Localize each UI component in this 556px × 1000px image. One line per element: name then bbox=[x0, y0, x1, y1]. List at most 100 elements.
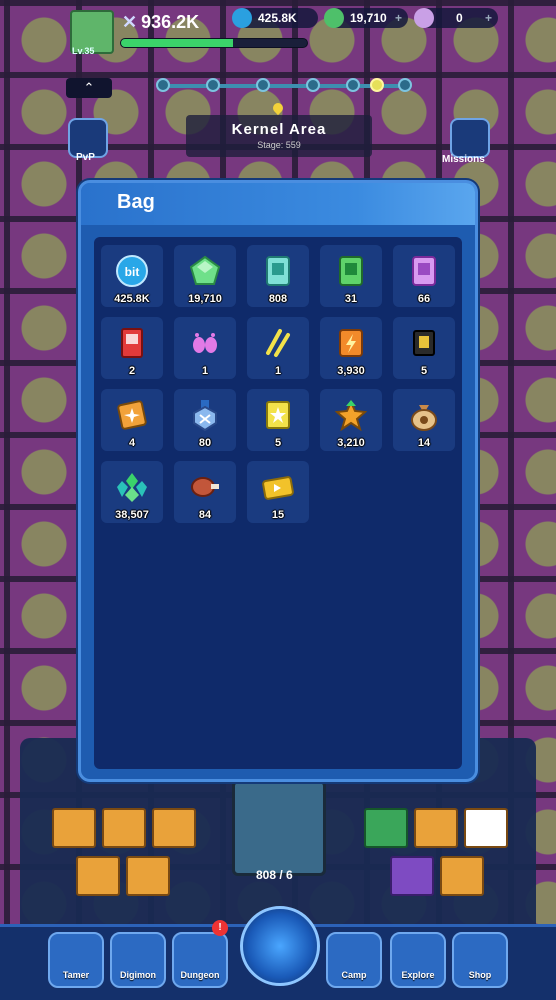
bag-item-slot[interactable]: bit 425.8K bbox=[101, 245, 163, 307]
equipment-slot[interactable] bbox=[440, 856, 484, 896]
stage-node bbox=[398, 78, 412, 92]
equipment-slot[interactable] bbox=[414, 808, 458, 848]
gold-ticket-icon bbox=[262, 471, 294, 503]
missions-button[interactable] bbox=[450, 118, 490, 158]
star-upgrade-icon bbox=[335, 399, 367, 431]
bit-coin-icon: bit bbox=[116, 255, 148, 287]
bag-item-slot[interactable]: 80 bbox=[174, 389, 236, 451]
xp-bar-fill bbox=[121, 39, 233, 47]
chip-icon bbox=[408, 327, 440, 359]
bag-item-count: 1 bbox=[274, 365, 282, 377]
paw-prints-icon bbox=[189, 327, 221, 359]
bag-item-count: 1 bbox=[201, 365, 209, 377]
chevron-up-icon: ⌃ bbox=[83, 80, 95, 95]
add-stars-icon[interactable]: + bbox=[485, 11, 492, 25]
gems-counter[interactable]: 19,710 + bbox=[324, 8, 408, 28]
orange-energy-card-icon bbox=[335, 327, 367, 359]
equipment-slot[interactable] bbox=[364, 808, 408, 848]
bag-item-slot[interactable]: 19,710 bbox=[174, 245, 236, 307]
bag-item-slot[interactable]: 3,930 bbox=[320, 317, 382, 379]
bag-item-slot[interactable]: 84 bbox=[174, 461, 236, 523]
star-icon bbox=[414, 8, 434, 28]
pod-counter: 808 / 6 bbox=[256, 868, 293, 882]
bag-item-slot[interactable]: 1 bbox=[174, 317, 236, 379]
stage-node bbox=[156, 78, 170, 92]
medal-icon bbox=[189, 399, 221, 431]
stars-value: 0 bbox=[456, 11, 463, 25]
stars-counter[interactable]: 0 + bbox=[414, 8, 498, 28]
nav-label-digimon: Digimon bbox=[120, 970, 156, 980]
bit-coin-icon bbox=[232, 8, 252, 28]
stage-node bbox=[306, 78, 320, 92]
equipment-slot[interactable] bbox=[152, 808, 196, 848]
bag-item-slot[interactable]: 3,210 bbox=[320, 389, 382, 451]
money-bag-icon bbox=[408, 399, 440, 431]
svg-text:bit: bit bbox=[125, 265, 140, 279]
missions-label: Missions bbox=[442, 154, 485, 165]
bag-item-count: 5 bbox=[420, 365, 428, 377]
bag-item-slot[interactable]: 2 bbox=[101, 317, 163, 379]
bag-item-count: 31 bbox=[344, 293, 358, 305]
equipment-slot[interactable] bbox=[52, 808, 96, 848]
bag-item-slot[interactable]: 66 bbox=[393, 245, 455, 307]
equipment-slot[interactable] bbox=[76, 856, 120, 896]
bag-item-slot[interactable]: 1 bbox=[247, 317, 309, 379]
green-gem-icon bbox=[189, 255, 221, 287]
nav-label-explore: Explore bbox=[401, 970, 435, 980]
equipment-slot[interactable] bbox=[390, 856, 434, 896]
bag-item-count: 14 bbox=[417, 437, 431, 449]
bag-item-slot[interactable]: 14 bbox=[393, 389, 455, 451]
combat-power-value: 936.2K bbox=[141, 12, 200, 32]
world-map-button[interactable] bbox=[240, 906, 320, 986]
bag-header: Bag bbox=[81, 183, 475, 225]
bag-item-count: 3,210 bbox=[337, 437, 365, 449]
player-level: Lv.35 bbox=[72, 46, 95, 56]
equipment-slot[interactable] bbox=[126, 856, 170, 896]
bag-item-count: 66 bbox=[417, 293, 431, 305]
bag-item-count: 19,710 bbox=[188, 293, 222, 305]
stage-node bbox=[256, 78, 270, 92]
swords-icon: ✕ bbox=[122, 12, 138, 32]
dungeon-notification-badge: ! bbox=[212, 920, 228, 936]
bag-item-slot[interactable]: 808 bbox=[247, 245, 309, 307]
area-name: Kernel Area bbox=[231, 121, 327, 138]
bag-item-slot[interactable]: 4 bbox=[101, 389, 163, 451]
bag-item-count: 38,507 bbox=[115, 509, 149, 521]
stage-node bbox=[346, 78, 360, 92]
equipment-slot[interactable] bbox=[464, 808, 508, 848]
nav-label-camp: Camp bbox=[341, 970, 367, 980]
gold-certificate-icon bbox=[262, 399, 294, 431]
stage-node-current bbox=[370, 78, 384, 92]
purple-ticket-icon bbox=[408, 255, 440, 287]
bits-counter[interactable]: 425.8K bbox=[232, 8, 318, 28]
bag-item-slot[interactable]: 38,507 bbox=[101, 461, 163, 523]
green-gem-icon bbox=[324, 8, 344, 28]
bag-item-count: 2 bbox=[128, 365, 136, 377]
nav-label-dungeon: Dungeon bbox=[180, 970, 220, 980]
bag-grid: bit 425.8K 19,710 808 31 66 2 1 1 3,930 5 4 80 5 3,210… bbox=[94, 237, 462, 769]
bag-item-slot[interactable]: 15 bbox=[247, 461, 309, 523]
add-gems-icon[interactable]: + bbox=[395, 11, 402, 25]
bag-item-count: 3,930 bbox=[337, 365, 365, 377]
bag-item-count: 425.8K bbox=[114, 293, 150, 305]
digivice-pod[interactable] bbox=[232, 780, 326, 876]
bag-item-slot[interactable]: 5 bbox=[393, 317, 455, 379]
gems-value: 19,710 bbox=[350, 11, 387, 25]
bag-item-slot[interactable]: 5 bbox=[247, 389, 309, 451]
bag-item-count: 80 bbox=[198, 437, 212, 449]
teal-ticket-icon bbox=[262, 255, 294, 287]
bag-title: Bag bbox=[117, 191, 155, 213]
bits-value: 425.8K bbox=[258, 11, 297, 25]
green-ticket-icon bbox=[335, 255, 367, 287]
bag-modal: Bag bit 425.8K 19,710 808 31 66 2 1 1 3,930 5 4 80 5 3… bbox=[78, 180, 478, 782]
bag-item-slot[interactable]: 31 bbox=[320, 245, 382, 307]
bag-item-count: 84 bbox=[198, 509, 212, 521]
stage-node bbox=[206, 78, 220, 92]
xp-bar bbox=[120, 38, 308, 48]
collapse-button[interactable]: ⌃ bbox=[66, 78, 112, 98]
nav-label-tamer: Tamer bbox=[62, 970, 90, 980]
area-title: Kernel Area Stage: 559 bbox=[186, 115, 372, 157]
equipment-slot[interactable] bbox=[102, 808, 146, 848]
green-crystal-cluster-icon bbox=[116, 471, 148, 503]
pvp-label: PvP bbox=[76, 152, 95, 163]
